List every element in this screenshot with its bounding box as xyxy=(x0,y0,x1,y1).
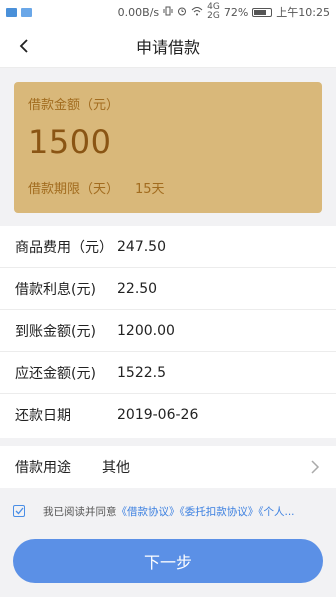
net-speed: 0.00B/s xyxy=(117,5,160,19)
loan-amount-label: 借款金额（元） xyxy=(28,98,120,113)
loan-agreement-link[interactable]: 《借款协议》 xyxy=(117,506,180,518)
network-type-bottom: 2G xyxy=(207,11,220,21)
detail-label: 还款日期 xyxy=(15,408,71,424)
image-notification-icon xyxy=(21,7,32,17)
status-bar: 0.00B/s 4G 2G 72% 上午10:25 xyxy=(0,0,336,24)
alarm-icon xyxy=(177,6,187,19)
vibrate-icon xyxy=(163,6,173,19)
detail-row-interest: 借款利息(元) 22.50 xyxy=(0,268,336,310)
personal-agreement-link[interactable]: 《个人... xyxy=(258,506,294,518)
detail-value: 247.50 xyxy=(117,238,166,255)
chevron-left-icon xyxy=(19,39,28,53)
agreement-text: 我已阅读并同意《借款协议》《委托扣款协议》《个人... xyxy=(43,504,295,519)
signal-indicator: 4G 2G xyxy=(207,3,220,21)
loan-term: 借款期限（天） 15天 xyxy=(28,178,165,197)
page-title: 申请借款 xyxy=(135,37,200,57)
loan-purpose-value: 其他 xyxy=(102,460,130,476)
detail-row-repayment-amount: 应还金额(元) 1522.5 xyxy=(0,352,336,394)
battery-icon xyxy=(252,7,273,17)
wifi-icon xyxy=(191,6,203,19)
clock: 上午10:25 xyxy=(276,6,330,19)
detail-label: 应还金额(元) xyxy=(15,365,96,382)
loan-term-value: 15天 xyxy=(135,182,165,197)
detail-label: 到账金额(元) xyxy=(15,323,96,340)
detail-label: 商品费用（元） xyxy=(15,239,113,256)
back-button[interactable] xyxy=(10,32,38,60)
agreement-checkbox[interactable] xyxy=(13,505,25,517)
detail-row-repayment-date: 还款日期 2019-06-26 xyxy=(0,394,336,436)
debit-authorization-link[interactable]: 《委托扣款协议》 xyxy=(180,506,259,518)
loan-purpose-selector[interactable]: 借款用途 其他 xyxy=(0,446,336,488)
detail-value: 1200.00 xyxy=(117,322,175,339)
agreement-row: 我已阅读并同意《借款协议》《委托扣款协议》《个人... xyxy=(0,496,336,526)
loan-details-list: 商品费用（元） 247.50 借款利息(元) 22.50 到账金额(元) 120… xyxy=(0,226,336,438)
detail-row-received-amount: 到账金额(元) 1200.00 xyxy=(0,310,336,352)
battery-fill xyxy=(254,9,266,15)
loan-term-label: 借款期限（天） xyxy=(28,182,120,197)
gallery-notification-icon xyxy=(6,7,17,17)
loan-purpose-label: 借款用途 xyxy=(15,460,71,476)
detail-value: 2019-06-26 xyxy=(117,407,199,423)
next-step-button[interactable]: 下一步 xyxy=(13,539,323,583)
chevron-right-icon xyxy=(311,460,320,474)
status-left xyxy=(6,7,32,17)
check-icon xyxy=(15,507,24,515)
status-right: 0.00B/s 4G 2G 72% 上午10:25 xyxy=(118,3,330,21)
agreement-prefix: 我已阅读并同意 xyxy=(43,505,117,518)
detail-row-product-fee: 商品费用（元） 247.50 xyxy=(0,226,336,268)
loan-amount-value: 1500 xyxy=(28,123,112,161)
detail-value: 1522.5 xyxy=(117,364,166,381)
detail-value: 22.50 xyxy=(117,280,158,297)
loan-amount-card: 借款金额（元） 1500 借款期限（天） 15天 xyxy=(14,82,322,213)
detail-label: 借款利息(元) xyxy=(15,281,96,298)
battery-percent: 72% xyxy=(223,5,249,19)
top-navigation-bar: 申请借款 xyxy=(0,24,336,68)
